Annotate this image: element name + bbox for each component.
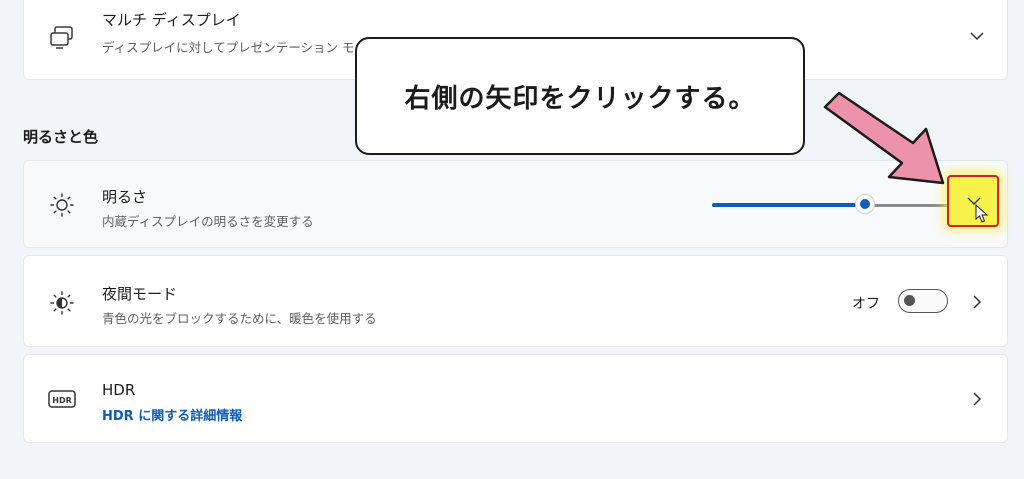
- night-light-state: オフ: [852, 296, 880, 312]
- chevron-down-icon[interactable]: [967, 26, 987, 46]
- night-light-subtitle: 青色の光をブロックするために、暖色を使用する: [102, 311, 377, 326]
- toggle-knob: [904, 295, 915, 306]
- mouse-cursor-icon: [975, 204, 989, 223]
- instruction-text: 右側の矢印をクリックする。: [404, 83, 756, 114]
- night-light-icon: [50, 291, 74, 315]
- night-light-card[interactable]: 夜間モード 青色の光をブロックするために、暖色を使用する オフ: [23, 255, 1008, 347]
- hdr-learn-more-link[interactable]: HDR に関する詳細情報: [102, 405, 242, 424]
- sun-icon: [50, 193, 74, 217]
- hdr-title: HDR: [102, 381, 136, 399]
- multi-display-icon: [50, 26, 73, 49]
- chevron-right-icon[interactable]: [967, 292, 987, 312]
- night-light-title: 夜間モード: [102, 285, 178, 303]
- multi-display-title: マルチ ディスプレイ: [102, 11, 241, 29]
- brightness-title: 明るさ: [102, 188, 148, 206]
- hdr-card[interactable]: HDR HDR HDR に関する詳細情報: [23, 354, 1008, 443]
- chevron-right-icon[interactable]: [967, 389, 987, 409]
- multi-display-subtitle: ディスプレイに対してプレゼンテーション モード: [102, 40, 380, 55]
- slider-thumb[interactable]: [855, 194, 875, 214]
- slider-fill: [712, 203, 865, 207]
- hdr-icon: HDR: [48, 390, 76, 408]
- instruction-callout: 右側の矢印をクリックする。: [355, 37, 805, 155]
- brightness-subtitle: 内蔵ディスプレイの明るさを変更する: [102, 214, 314, 229]
- section-title: 明るさと色: [23, 128, 99, 146]
- brightness-slider[interactable]: [712, 194, 948, 214]
- svg-text:HDR: HDR: [52, 396, 72, 405]
- pointer-arrow-annotation: [823, 91, 945, 185]
- night-light-toggle[interactable]: [898, 289, 948, 313]
